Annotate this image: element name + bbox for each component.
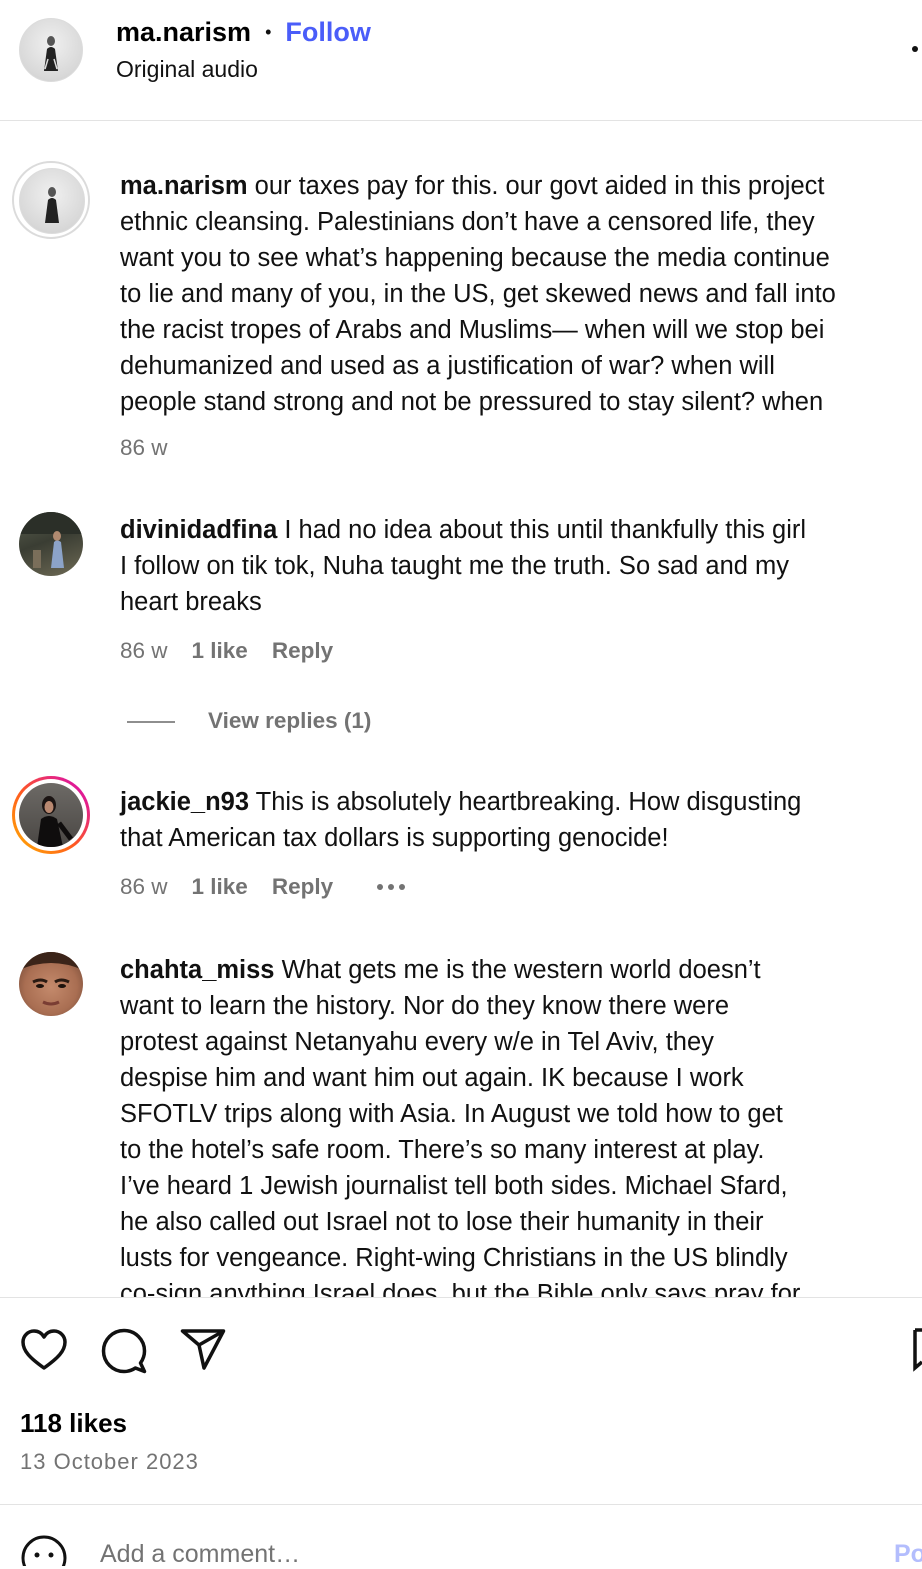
heart-icon[interactable] bbox=[20, 1328, 68, 1372]
comment-body: jackie_n93 This is absolutely heartbreak… bbox=[120, 784, 922, 856]
comment-line: the racist tropes of Arabs and Muslims— … bbox=[120, 316, 825, 344]
comments-scroll-area[interactable]: ma.narism our taxes pay for this. our go… bbox=[0, 0, 922, 1297]
comment-bubble-icon[interactable] bbox=[100, 1327, 148, 1375]
comment-username[interactable]: jackie_n93 bbox=[120, 788, 249, 816]
view-replies-button[interactable]: View replies (1) bbox=[208, 708, 371, 734]
comment-body: chahta_miss What gets me is the western … bbox=[120, 952, 922, 1297]
comment-line: our taxes pay for this. our govt aided i… bbox=[254, 172, 825, 200]
comment-likes[interactable]: 1 like bbox=[192, 874, 248, 900]
comment-time[interactable]: 86 w bbox=[120, 435, 168, 461]
comment-meta: 86 w 1 like Reply bbox=[120, 874, 406, 900]
comment-line: I’ve heard 1 Jewish journalist tell both… bbox=[120, 1172, 788, 1200]
comment-line: I had no idea about this until thankfull… bbox=[284, 516, 807, 544]
paper-plane-icon[interactable] bbox=[180, 1328, 226, 1370]
replies-divider bbox=[127, 721, 175, 723]
likes-count[interactable]: 118 likes bbox=[20, 1408, 127, 1439]
comment-likes[interactable]: 1 like bbox=[192, 638, 248, 664]
comment-body: divinidadfina I had no idea about this u… bbox=[120, 512, 922, 620]
story-ring-avatar[interactable] bbox=[12, 776, 90, 854]
comment-username[interactable]: ma.narism bbox=[120, 172, 248, 200]
comment-line: want you to see what’s happening because… bbox=[120, 244, 830, 272]
comment-time[interactable]: 86 w bbox=[120, 874, 168, 900]
comment-username[interactable]: chahta_miss bbox=[120, 956, 275, 984]
comment-line: lusts for vengeance. Right-wing Christia… bbox=[120, 1244, 788, 1272]
commenter-avatar[interactable] bbox=[12, 161, 90, 239]
comment-line: dehumanized and used as a justification … bbox=[120, 352, 775, 380]
comment-line: that American tax dollars is supporting … bbox=[120, 824, 669, 852]
emoji-icon[interactable] bbox=[20, 1534, 68, 1566]
comment-options-icon[interactable] bbox=[377, 884, 406, 890]
comment-time[interactable]: 86 w bbox=[120, 638, 168, 664]
comment-line: heart breaks bbox=[120, 588, 262, 616]
divider bbox=[0, 1504, 922, 1505]
comment-body: ma.narism our taxes pay for this. our go… bbox=[120, 168, 922, 420]
comment-input[interactable]: Add a comment… bbox=[100, 1540, 300, 1569]
comment-line: ethnic cleansing. Palestinians don’t hav… bbox=[120, 208, 815, 236]
comment-meta: 86 w bbox=[120, 435, 192, 461]
post-button[interactable]: Po bbox=[894, 1540, 922, 1569]
comment-line: to the hotel’s safe room. There’s so man… bbox=[120, 1136, 765, 1164]
comment-line: to lie and many of you, in the US, get s… bbox=[120, 280, 836, 308]
comment-line: want to learn the history. Nor do they k… bbox=[120, 992, 729, 1020]
bookmark-icon[interactable] bbox=[912, 1328, 922, 1372]
comment-line: protest against Netanyahu every w/e in T… bbox=[120, 1028, 714, 1056]
comment-line: SFOTLV trips along with Asia. In August … bbox=[120, 1100, 783, 1128]
comment-line: co-sign anything Israel does, but the Bi… bbox=[120, 1280, 801, 1297]
commenter-avatar[interactable] bbox=[19, 952, 83, 1016]
comment-username[interactable]: divinidadfina bbox=[120, 516, 277, 544]
comment-line: people stand strong and not be pressured… bbox=[120, 388, 824, 416]
comment-meta: 86 w 1 like Reply bbox=[120, 638, 357, 664]
comment-line: This is absolutely heartbreaking. How di… bbox=[255, 788, 802, 816]
reply-button[interactable]: Reply bbox=[272, 874, 333, 900]
comment-line: he also called out Israel not to lose th… bbox=[120, 1208, 764, 1236]
commenter-avatar[interactable] bbox=[19, 512, 83, 576]
reply-button[interactable]: Reply bbox=[272, 638, 333, 664]
post-date: 13 October 2023 bbox=[20, 1449, 199, 1474]
comment-line: despise him and want him out again. IK b… bbox=[120, 1064, 744, 1092]
comment-line: I follow on tik tok, Nuha taught me the … bbox=[120, 552, 790, 580]
comment-line: What gets me is the western world doesn’… bbox=[281, 956, 761, 984]
